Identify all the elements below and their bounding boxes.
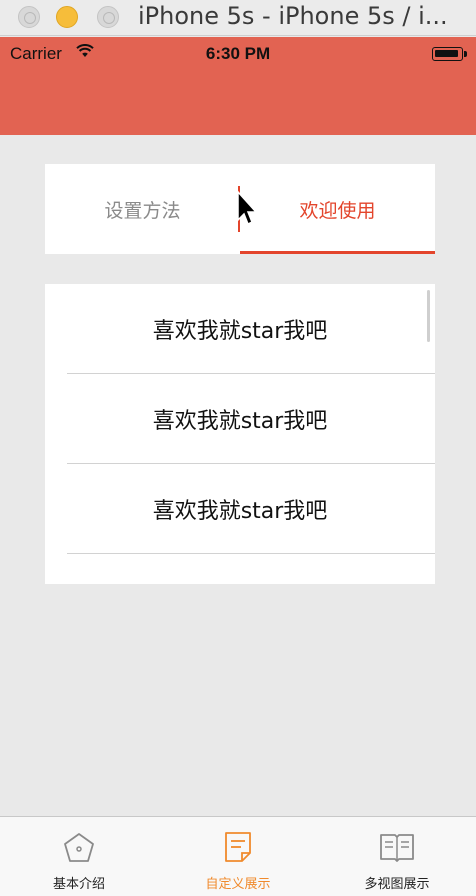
tab-custom-display[interactable]: 自定义展示 (159, 817, 317, 896)
star-list: 喜欢我就star我吧 喜欢我就star我吧 喜欢我就star我吧 (45, 284, 435, 584)
row-separator (67, 553, 435, 554)
minimize-window-button[interactable] (56, 6, 78, 28)
scroll-indicator[interactable] (427, 290, 430, 342)
close-window-button[interactable] (18, 6, 40, 28)
tab-label: 基本介绍 (52, 877, 105, 892)
list-item[interactable]: 喜欢我就star我吧 (45, 464, 435, 554)
tab-label: 自定义展示 (205, 877, 271, 892)
status-bar: Carrier 6:30 PM (0, 37, 476, 69)
zoom-window-button[interactable] (97, 6, 119, 28)
home-pentagon-icon (64, 833, 94, 862)
battery-icon (432, 47, 467, 61)
segment-tab-welcome[interactable]: 欢迎使用 (240, 164, 435, 254)
tab-label: 多视图展示 (364, 877, 430, 892)
document-icon (225, 832, 251, 862)
list-item[interactable]: 喜欢我就star我吧 (45, 284, 435, 374)
segment-selected-indicator (240, 251, 435, 254)
tab-multi-view-display[interactable]: 多视图展示 (318, 817, 476, 896)
simulator-title-bar: iPhone 5s - iPhone 5s / i... (0, 0, 476, 36)
book-icon (380, 834, 414, 862)
tab-basic-intro[interactable]: 基本介绍 (0, 817, 158, 896)
list-item[interactable]: 喜欢我就star我吧 (45, 374, 435, 464)
navigation-bar: Carrier 6:30 PM (0, 37, 476, 135)
status-time: 6:30 PM (205, 44, 271, 63)
tab-bar: 基本介绍 自定义展示 多视图展示 (0, 816, 476, 896)
mouse-pointer-icon (237, 190, 258, 226)
window-title: iPhone 5s - iPhone 5s / i... (138, 2, 448, 30)
segment-tab-setup[interactable]: 设置方法 (45, 164, 240, 254)
